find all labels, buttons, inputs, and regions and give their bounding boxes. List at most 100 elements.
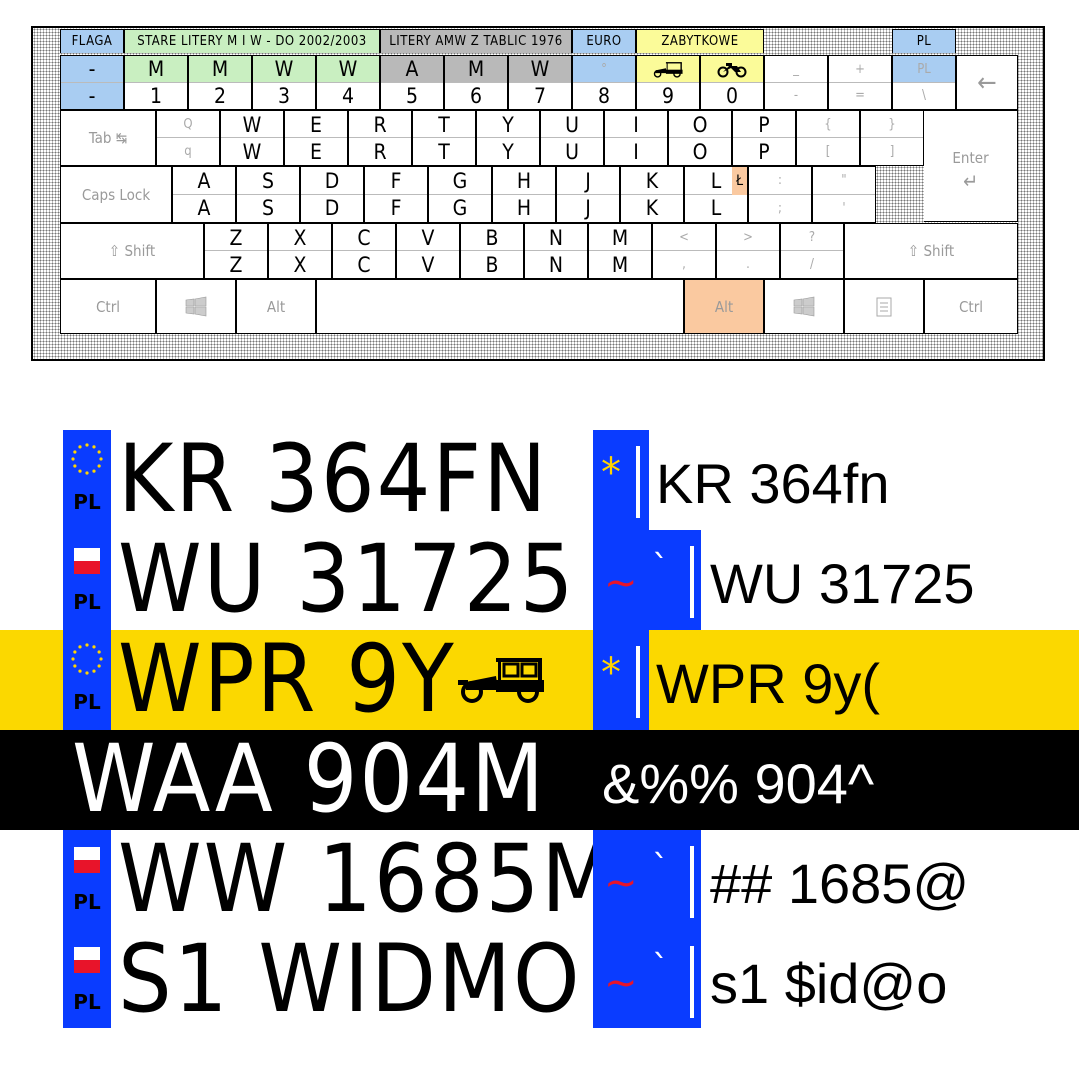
- vintage-car-icon: [458, 658, 544, 703]
- row2-key-9[interactable]: OO: [668, 110, 732, 166]
- row1-key-3[interactable]: W3: [252, 55, 316, 110]
- windows-left-key[interactable]: [156, 279, 236, 334]
- shift-right-key[interactable]: ⇧ Shift: [844, 223, 1018, 279]
- row1-key-8[interactable]: ° 8: [572, 55, 636, 110]
- row1-key-5[interactable]: A5: [380, 55, 444, 110]
- row3-key-6[interactable]: HH: [492, 166, 556, 223]
- motorcycle-icon: [717, 63, 747, 78]
- shift-left-key[interactable]: ⇧ Shift: [60, 223, 204, 279]
- eu-star: [92, 645, 96, 649]
- row4-key-2[interactable]: XX: [268, 223, 332, 279]
- tab-key[interactable]: Tab ↹: [60, 110, 156, 166]
- row4-key-9[interactable]: >.: [716, 223, 780, 279]
- eu-star: [92, 469, 96, 473]
- plate-2-text: WU 31725: [118, 525, 576, 634]
- vintage-car-icon: [653, 62, 683, 78]
- menu-key[interactable]: [844, 279, 924, 334]
- ctrl-right-key[interactable]: Ctrl: [924, 279, 1018, 334]
- row1-key-1[interactable]: M1: [124, 55, 188, 110]
- row4-key-4[interactable]: VV: [396, 223, 460, 279]
- row1-key-9[interactable]: 9: [636, 55, 700, 110]
- ctrl-left-key[interactable]: Ctrl: [60, 279, 156, 334]
- plate-1-text: KR 364FN: [118, 425, 549, 534]
- row1-key-2[interactable]: M2: [188, 55, 252, 110]
- eu-star: [85, 643, 89, 647]
- eu-star: [97, 650, 101, 654]
- row2-key-3[interactable]: EE: [284, 110, 348, 166]
- row1-key-4[interactable]: W4: [316, 55, 380, 110]
- eu-star: [73, 650, 77, 654]
- eu-star: [99, 657, 103, 661]
- windows-icon: [185, 296, 207, 316]
- key-flag[interactable]: - -: [60, 55, 124, 110]
- poland-flag-icon: [74, 947, 100, 973]
- typed-text-3: WPR 9y(: [656, 652, 880, 715]
- row2-key-5[interactable]: TT: [412, 110, 476, 166]
- eu-star: [85, 671, 89, 675]
- eu-star: [92, 445, 96, 449]
- plate-6-text: S1 WIDMO: [118, 925, 582, 1034]
- row3-key-8[interactable]: KK: [620, 166, 684, 223]
- row1-key-12[interactable]: + =: [828, 55, 892, 110]
- eu-star: [97, 464, 101, 468]
- row1-key-6[interactable]: M6: [444, 55, 508, 110]
- backspace-key[interactable]: ←: [956, 55, 1018, 110]
- backtick-marker: `: [652, 548, 669, 588]
- row4-key-8[interactable]: <,: [652, 223, 716, 279]
- eu-star-marker: *: [601, 450, 621, 496]
- row4-key-7[interactable]: MM: [588, 223, 652, 279]
- flag-tilde-marker: ~: [604, 560, 638, 606]
- typed-text-6: s1 $id@o: [710, 952, 948, 1015]
- eu-star: [71, 657, 75, 661]
- row2-key-4[interactable]: RR: [348, 110, 412, 166]
- pl-label: PL: [73, 690, 101, 714]
- row3-key-5[interactable]: GG: [428, 166, 492, 223]
- header-pl: PL: [892, 29, 956, 53]
- row3-key-2[interactable]: SS: [236, 166, 300, 223]
- eu-star-marker: *: [601, 650, 621, 696]
- typed-text-2: WU 31725: [710, 552, 975, 615]
- caps-lock-key[interactable]: Caps Lock: [60, 166, 172, 223]
- space-key[interactable]: [316, 279, 684, 334]
- eu-star: [78, 445, 82, 449]
- row2-key-2[interactable]: WW: [220, 110, 284, 166]
- row4-key-3[interactable]: CC: [332, 223, 396, 279]
- row3-key-10[interactable]: :;: [748, 166, 812, 223]
- alt-left-key[interactable]: Alt: [236, 279, 316, 334]
- flag-tilde-marker: ~: [604, 860, 638, 906]
- row2-key-8[interactable]: II: [604, 110, 668, 166]
- windows-right-key[interactable]: [764, 279, 844, 334]
- windows-icon: [793, 296, 815, 316]
- row3-key-4[interactable]: FF: [364, 166, 428, 223]
- row2-key-1[interactable]: Qq: [156, 110, 220, 166]
- separator-bar: [690, 946, 694, 1018]
- row3-key-7[interactable]: JJ: [556, 166, 620, 223]
- alt-right-key[interactable]: Alt: [684, 279, 764, 334]
- row4-key-5[interactable]: BB: [460, 223, 524, 279]
- poland-flag-icon: [74, 847, 100, 873]
- row4-key-1[interactable]: ZZ: [204, 223, 268, 279]
- row2-key-7[interactable]: UU: [540, 110, 604, 166]
- enter-key[interactable]: Enter ↵: [924, 110, 1018, 222]
- row2-key-11[interactable]: {[: [796, 110, 860, 166]
- menu-icon: [876, 297, 892, 316]
- row3-key-1[interactable]: AA: [172, 166, 236, 223]
- separator-bar: [690, 546, 694, 618]
- row4-key-6[interactable]: NN: [524, 223, 588, 279]
- row2-key-12[interactable]: }]: [860, 110, 924, 166]
- plate-4-text: WAA 904M: [72, 725, 546, 834]
- eu-star: [97, 664, 101, 668]
- eu-star: [78, 669, 82, 673]
- row1-key-7[interactable]: W7: [508, 55, 572, 110]
- row3-key-3[interactable]: DD: [300, 166, 364, 223]
- row3-key-11[interactable]: " ': [812, 166, 876, 223]
- row1-key-11[interactable]: _ -: [764, 55, 828, 110]
- row1-key-10[interactable]: 0: [700, 55, 764, 110]
- row4-key-10[interactable]: ? /: [780, 223, 844, 279]
- row2-key-10[interactable]: PP: [732, 110, 796, 166]
- eu-star: [85, 471, 89, 475]
- row3-key-9[interactable]: LLŁ: [684, 166, 748, 223]
- backtick-marker: `: [652, 948, 669, 988]
- row1-key-13[interactable]: PL \: [892, 55, 956, 110]
- row2-key-6[interactable]: YY: [476, 110, 540, 166]
